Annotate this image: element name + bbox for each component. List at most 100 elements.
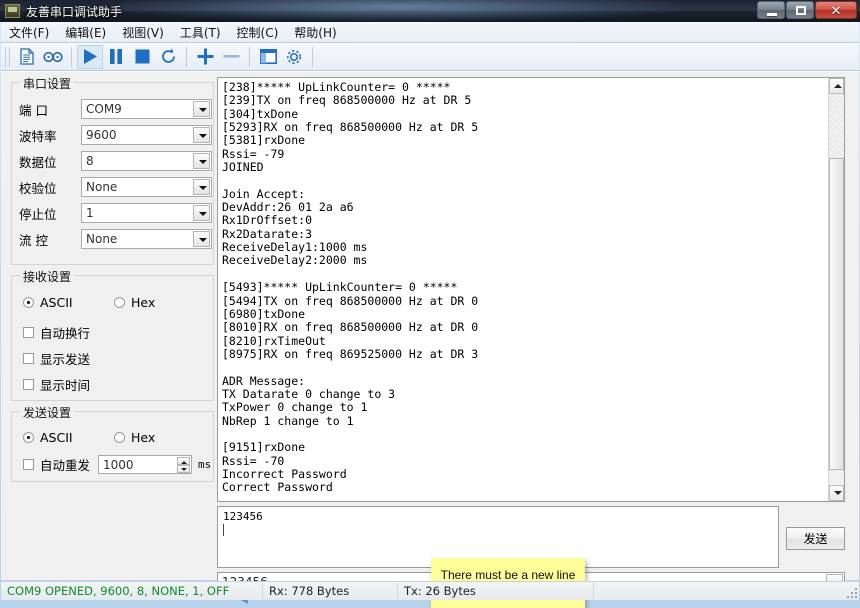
minimize-button[interactable] [757,1,785,19]
radio-icon[interactable] [23,297,34,308]
window-controls: ✕ [757,1,857,20]
checkbox-icon[interactable] [23,327,34,338]
stopbits-label: 停止位 [19,206,57,222]
port-combo[interactable]: COM9 [81,99,212,119]
stepper-down-icon[interactable] [177,465,191,473]
chevron-down-icon[interactable] [193,101,210,117]
databits-label: 数据位 [19,154,57,170]
scrollbar-track[interactable] [829,94,844,158]
layout-window-icon [259,49,277,64]
receive-output-panel[interactable]: [238]***** UpLinkCounter= 0 ***** [239]T… [217,77,845,502]
radio-icon[interactable] [23,432,34,443]
chevron-down-icon[interactable] [193,153,210,169]
chevron-down-icon[interactable] [193,231,210,247]
databits-combo[interactable]: 8 [81,151,212,171]
toolbar-separator-4 [312,46,313,67]
send-button[interactable]: 发送 [786,527,845,550]
send-input-text: 123456 [223,510,263,523]
flowcontrol-combo[interactable]: None [81,229,212,249]
flowcontrol-value: None [86,232,118,246]
window-title: 友善串口调试助手 [26,5,123,19]
baudrate-label: 波特率 [19,128,57,144]
title-bar-glow [120,0,680,22]
stopbits-row: 停止位 1 [19,203,212,223]
baudrate-combo[interactable]: 9600 [81,125,212,145]
chevron-down-icon[interactable] [193,179,210,195]
port-value: COM9 [86,102,122,116]
minus-icon [223,55,239,58]
send-ascii-option[interactable]: ASCII [23,430,73,445]
stop-icon [135,49,149,64]
play-icon [84,49,97,64]
new-document-button[interactable] [14,45,40,69]
show-send-option[interactable]: 显示发送 [23,349,90,368]
stepper-up-icon[interactable] [177,457,191,465]
stopbits-value: 1 [86,206,94,220]
show-time-label: 显示时间 [40,378,91,393]
settings-button[interactable] [281,45,307,69]
menu-item-file[interactable]: 文件(F) [1,22,57,43]
port-row: 端 口 COM9 [19,99,212,119]
parity-row: 校验位 None [19,177,212,197]
record-loop-button[interactable] [40,45,66,69]
send-ascii-label: ASCII [40,430,73,445]
pause-icon [110,49,122,64]
menu-item-help[interactable]: 帮助(H) [286,22,344,43]
stop-button[interactable] [129,45,155,69]
show-send-label: 显示发送 [40,352,91,367]
plus-icon [197,48,213,65]
refresh-button[interactable] [155,45,181,69]
parity-value: None [86,180,118,194]
status-tx-bytes: Tx: 26 Bytes [398,582,594,600]
auto-resend-row: 自动重发 1000 ms [23,455,211,474]
text-caret [223,524,224,536]
auto-wrap-option[interactable]: 自动换行 [23,323,90,342]
stopbits-combo[interactable]: 1 [81,203,212,223]
radio-icon[interactable] [114,432,125,443]
start-button[interactable] [77,44,103,69]
toolbar-grip[interactable] [5,46,10,67]
receive-ascii-option[interactable]: ASCII [23,295,73,310]
port-label: 端 口 [19,102,48,118]
auto-resend-label: 自动重发 [40,458,91,473]
new-document-icon [20,48,34,65]
menu-item-view[interactable]: 视图(V) [114,22,172,43]
title-bar: 友善串口调试助手 ✕ [0,0,860,22]
remove-button[interactable] [218,45,244,69]
menu-item-edit[interactable]: 编辑(E) [57,22,114,43]
baudrate-value: 9600 [86,128,117,142]
radio-icon[interactable] [114,297,125,308]
maximize-button[interactable] [786,1,814,19]
toolbar-separator-3 [249,46,250,67]
databits-row: 数据位 8 [19,151,212,171]
app-icon [5,4,20,18]
toolbar [1,43,859,71]
parity-combo[interactable]: None [81,177,212,197]
stepper-buttons[interactable] [177,457,191,474]
send-hex-label: Hex [131,430,156,445]
scroll-up-icon[interactable] [829,78,844,94]
receive-output-scrollbar[interactable] [828,78,844,501]
scrollbar-thumb[interactable] [829,158,844,470]
chevron-down-icon[interactable] [193,205,210,221]
serial-debug-assistant-window: 友善串口调试助手 ✕ 文件(F) 编辑(E) 视图(V) 工具(T) 控制(C)… [0,0,860,608]
add-button[interactable] [192,45,218,69]
close-button[interactable]: ✕ [815,1,857,19]
scroll-down-icon[interactable] [829,485,844,501]
menu-item-tools[interactable]: 工具(T) [172,22,229,43]
checkbox-icon[interactable] [23,353,34,364]
resend-interval-stepper[interactable]: 1000 [98,455,193,474]
menu-item-control[interactable]: 控制(C) [229,22,287,43]
pause-button[interactable] [103,45,129,69]
send-settings-title: 发送设置 [20,404,75,421]
resize-grip[interactable] [844,585,857,598]
checkbox-icon[interactable] [23,379,34,390]
chevron-down-icon[interactable] [193,127,210,143]
checkbox-icon[interactable] [23,459,34,470]
send-hex-option[interactable]: Hex [114,430,155,445]
show-time-option[interactable]: 显示时间 [23,375,90,394]
layout-window-button[interactable] [255,45,281,69]
client-area: 串口设置 端 口 COM9 波特率 9600 数据位 8 校验位 None 停止… [1,71,859,608]
receive-hex-option[interactable]: Hex [114,295,155,310]
receive-ascii-label: ASCII [40,295,73,310]
